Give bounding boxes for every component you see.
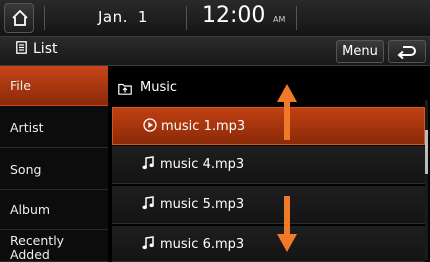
sidebar-item-recently-added[interactable]: Recently Added [0,230,108,262]
page-title: List [16,41,57,57]
file-name: music 6.mp3 [160,237,245,252]
list-item[interactable]: music 5.mp3 [112,186,425,224]
scrollbar-track[interactable] [425,100,428,260]
folder-name: Music [140,80,177,95]
list-icon [16,41,27,54]
arrow-down-icon [277,196,297,252]
back-button[interactable] [388,40,426,63]
clock-ampm: AM [273,15,286,24]
label-line: Added [10,247,50,262]
status-divider [186,6,187,30]
sidebar-item-song[interactable]: Song [0,150,108,190]
sidebar-item-album[interactable]: Album [0,190,108,230]
sidebar-item-artist[interactable]: Artist [0,108,108,148]
date-month: Jan. [98,8,128,26]
sidebar-item-label: Artist [10,120,44,135]
list-item-selected[interactable]: music 1.mp3 [112,107,425,145]
sidebar-item-label: Recently Added [10,234,64,262]
music-note-icon [142,196,154,210]
sidebar-item-label: Song [10,162,42,177]
status-divider [296,6,297,30]
clock-time: 12:00 [202,3,266,28]
date-display: Jan. 1 [98,8,148,26]
list-item[interactable]: music 4.mp3 [112,146,425,184]
sidebar-item-label: Album [10,202,51,217]
page-title-label: List [33,41,58,57]
music-note-icon [142,156,154,170]
sidebar-item-file[interactable]: File [0,66,108,106]
file-name: music 4.mp3 [160,157,245,172]
file-name: music 5.mp3 [160,197,245,212]
list-item[interactable]: music 6.mp3 [112,226,425,262]
status-divider [44,6,45,30]
home-button[interactable] [4,3,34,33]
label-line: Recently [10,233,65,248]
folder-up-icon [118,83,132,95]
back-icon [397,46,416,60]
scrollbar-thumb[interactable] [425,130,428,174]
sidebar-item-label: File [10,78,31,93]
play-icon [143,118,157,132]
menu-button[interactable]: Menu [336,40,384,63]
music-note-icon [142,236,154,250]
arrow-up-icon [277,84,297,140]
home-icon [12,9,28,26]
date-day: 1 [137,8,148,26]
file-name: music 1.mp3 [161,119,246,134]
